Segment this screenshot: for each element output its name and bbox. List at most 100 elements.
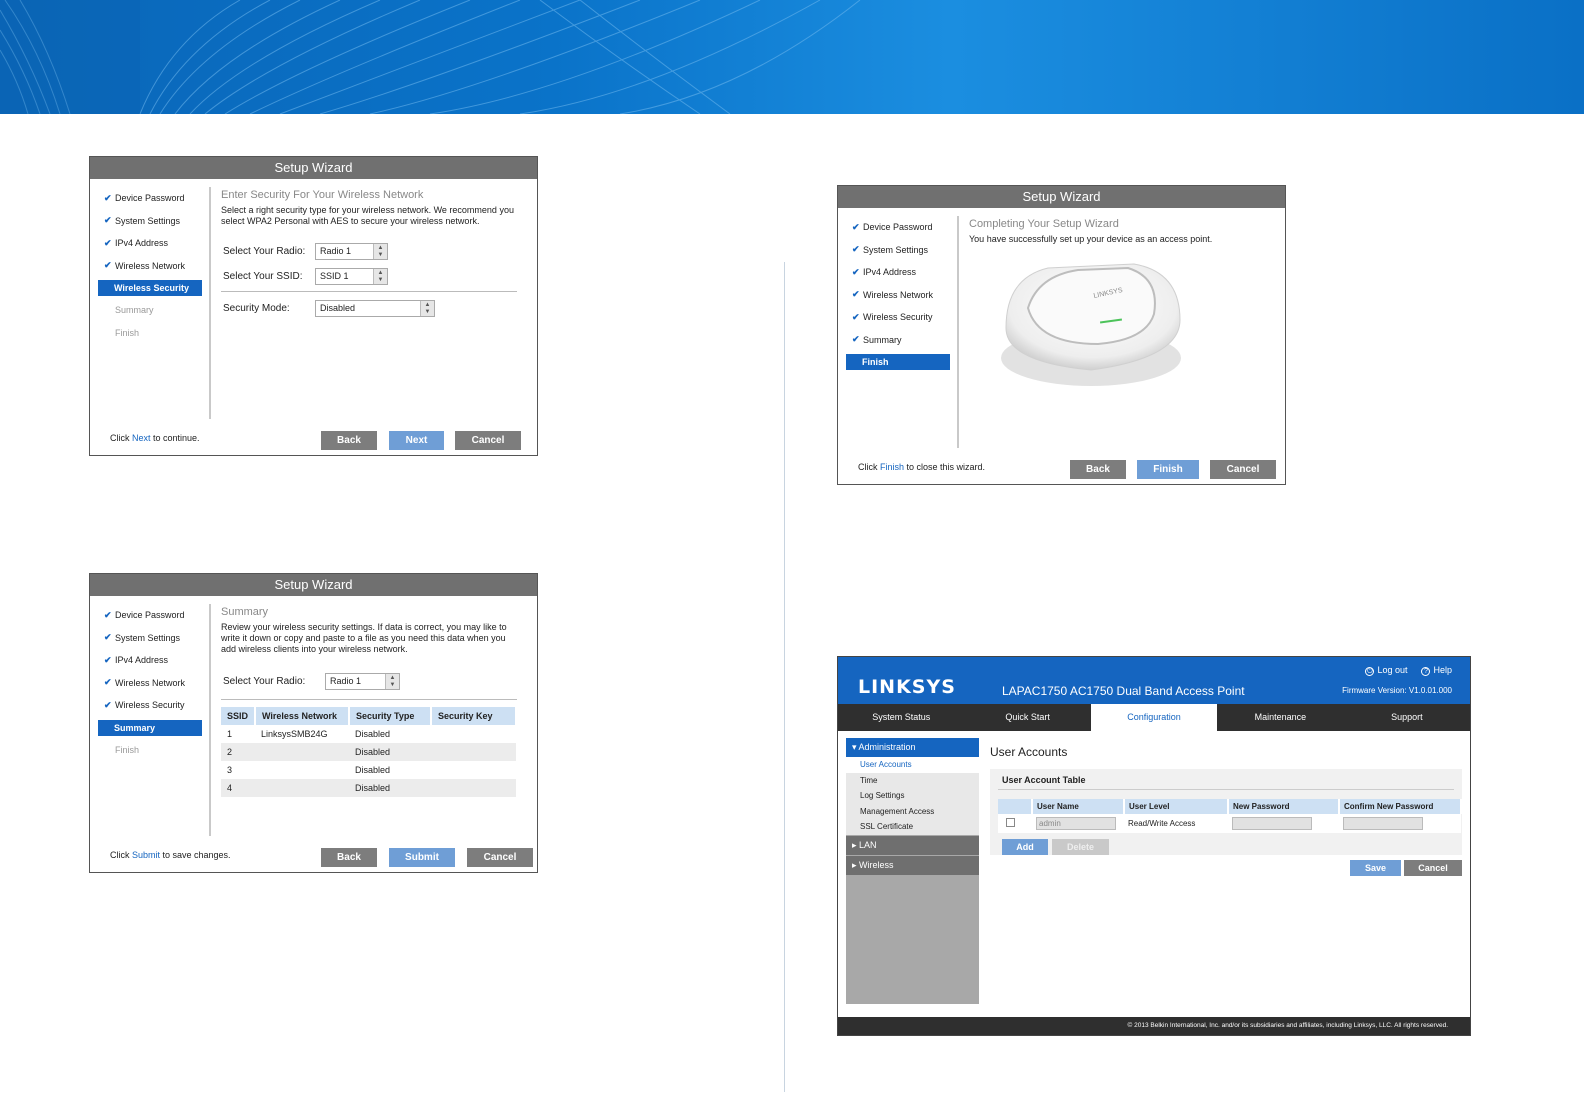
step-label: System Settings xyxy=(115,215,181,226)
user-level-cell: Read/Write Access xyxy=(1124,814,1228,833)
cancel-button[interactable]: Cancel xyxy=(467,848,533,867)
col-security-type: Security Type xyxy=(349,707,432,725)
cancel-button[interactable]: Cancel xyxy=(455,431,521,450)
table-row: 4 Disabled xyxy=(221,779,516,797)
radio-field: Select Your Radio: Radio 1 ▲ ▼ xyxy=(223,243,388,260)
check-icon: ✔ xyxy=(104,609,112,620)
check-icon: ✔ xyxy=(104,260,112,271)
cell: LinksysSMB24G xyxy=(261,729,328,739)
footer-pre: Click xyxy=(110,433,132,443)
cell: Disabled xyxy=(349,779,431,797)
user-account-table-box: User Account Table User Name User Level … xyxy=(990,769,1462,855)
tab-support[interactable]: Support xyxy=(1344,704,1470,731)
sidebar-item-ssl-certificate[interactable]: SSL Certificate xyxy=(846,819,979,835)
footer-highlight: Finish xyxy=(880,462,905,472)
table-row: 3 Disabled xyxy=(221,761,516,779)
help-icon: ? xyxy=(1421,667,1431,676)
row-checkbox[interactable] xyxy=(1006,818,1015,827)
check-icon: ✔ xyxy=(852,311,860,322)
wizard-footer-text: Click Submit to save changes. xyxy=(110,850,231,860)
step-summary: Summary xyxy=(98,719,202,736)
check-icon: ✔ xyxy=(852,266,860,277)
step-ipv4-address: ✔ IPv4 Address xyxy=(98,232,202,255)
step-system-settings: ✔ System Settings xyxy=(846,239,950,262)
back-button[interactable]: Back xyxy=(1070,460,1126,479)
col-user-name: User Name xyxy=(1032,799,1125,814)
step-label: Wireless Network xyxy=(115,677,186,688)
finish-button[interactable]: Finish xyxy=(1137,460,1199,479)
step-label: Wireless Security xyxy=(115,700,185,711)
security-mode-label: Security Mode: xyxy=(223,303,290,314)
firmware-version: Firmware Version: V1.0.01.000 xyxy=(1342,686,1452,695)
tab-maintenance[interactable]: Maintenance xyxy=(1217,704,1343,731)
ssid-select[interactable]: SSID 1 ▲ ▼ xyxy=(315,268,388,285)
table-row: 1 LinksysSMB24G Disabled xyxy=(221,725,516,743)
sidebar-item-management-access[interactable]: Management Access xyxy=(846,804,979,820)
step-label: System Settings xyxy=(863,244,929,255)
setup-wizard-security-panel: Setup Wizard ✔ Device Password ✔ System Se… xyxy=(89,156,538,456)
table-title-divider xyxy=(998,789,1454,790)
tab-system-status[interactable]: System Status xyxy=(838,704,964,731)
step-wireless-security: ✔ Wireless Security xyxy=(846,306,950,329)
cancel-button[interactable]: Cancel xyxy=(1404,860,1462,876)
footer-post: to close this wizard. xyxy=(904,462,986,472)
check-icon: ✔ xyxy=(852,221,860,232)
back-button[interactable]: Back xyxy=(321,848,377,867)
sidebar-item-time[interactable]: Time xyxy=(846,773,979,789)
select-cell xyxy=(998,814,1032,833)
logout-label: Log out xyxy=(1377,665,1408,675)
sidebar-item-log-settings[interactable]: Log Settings xyxy=(846,788,979,804)
check-icon: ✔ xyxy=(104,699,112,710)
submit-button[interactable]: Submit xyxy=(389,848,455,867)
check-icon: ✔ xyxy=(104,677,112,688)
col-user-level: User Level xyxy=(1124,799,1229,814)
table-row: 2 Disabled xyxy=(221,743,516,761)
config-sidebar: ▾ Administration User Accounts Time Log … xyxy=(846,738,979,1004)
banner-wave-graphic xyxy=(0,0,861,114)
add-button[interactable]: Add xyxy=(1002,839,1048,855)
sidebar-section-administration[interactable]: ▾ Administration xyxy=(846,738,979,757)
help-link[interactable]: ? Help xyxy=(1421,665,1452,676)
step-device-password: ✔ Device Password xyxy=(98,604,202,627)
spinner-icon: ▲ ▼ xyxy=(373,244,387,259)
delete-button[interactable]: Delete xyxy=(1052,839,1109,855)
section-label: Wireless xyxy=(859,859,894,870)
step-wireless-network: ✔ Wireless Network xyxy=(846,284,950,307)
step-finish: Finish xyxy=(846,354,950,370)
help-label: Help xyxy=(1433,665,1452,675)
logout-link[interactable]: ⏻ Log out xyxy=(1365,665,1407,676)
wizard-title: Setup Wizard xyxy=(90,574,537,596)
setup-wizard-summary-panel: Setup Wizard ✔ Device Password ✔ System Se… xyxy=(89,573,538,873)
col-security-key: Security Key xyxy=(431,707,517,725)
footer-pre: Click xyxy=(858,462,880,472)
user-name-field[interactable] xyxy=(1036,817,1116,830)
sidebar-section-wireless[interactable]: ▸ Wireless xyxy=(846,855,979,875)
confirm-password-field[interactable] xyxy=(1343,817,1423,830)
setup-wizard-finish-panel: Setup Wizard ✔ Device Password ✔ System Se… xyxy=(837,185,1286,485)
new-password-field[interactable] xyxy=(1232,817,1312,830)
back-button[interactable]: Back xyxy=(321,431,377,450)
save-button[interactable]: Save xyxy=(1350,860,1401,876)
step-label: Device Password xyxy=(115,193,185,204)
step-label: Finish xyxy=(862,357,889,367)
cancel-button[interactable]: Cancel xyxy=(1210,460,1276,479)
radio-select[interactable]: Radio 1 ▲ ▼ xyxy=(315,243,388,260)
next-button[interactable]: Next xyxy=(389,431,444,450)
step-label: Device Password xyxy=(115,610,185,621)
sidebar-item-user-accounts[interactable]: User Accounts xyxy=(846,757,979,773)
sidebar-section-lan[interactable]: ▸ LAN xyxy=(846,835,979,855)
radio-field: Select Your Radio: Radio 1 ▲ ▼ xyxy=(223,673,400,690)
tab-quick-start[interactable]: Quick Start xyxy=(964,704,1090,731)
step-label: Summary xyxy=(115,305,154,316)
check-icon: ✔ xyxy=(104,654,112,665)
tab-configuration[interactable]: Configuration xyxy=(1090,704,1218,731)
page-title: User Accounts xyxy=(990,745,1068,759)
col-select xyxy=(998,799,1033,814)
step-label: System Settings xyxy=(115,632,181,643)
cell: 4 xyxy=(221,779,255,797)
radio-label: Select Your Radio: xyxy=(223,246,306,257)
cell: 1 xyxy=(227,729,233,739)
step-label: Wireless Network xyxy=(863,289,934,300)
radio-select[interactable]: Radio 1 ▲ ▼ xyxy=(325,673,400,690)
security-mode-select[interactable]: Disabled ▲ ▼ xyxy=(315,300,435,317)
